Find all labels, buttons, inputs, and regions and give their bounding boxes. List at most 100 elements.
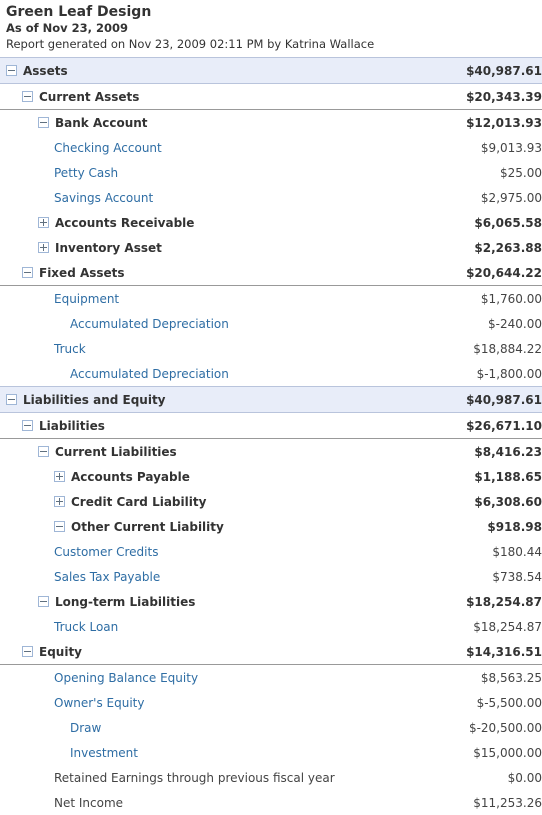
row-amount: $2,263.88 — [474, 241, 542, 255]
row-label-wrap: Liabilities and Equity — [0, 393, 422, 407]
minus-square-icon[interactable] — [22, 91, 33, 102]
report-generated-line: Report generated on Nov 23, 2009 02:11 P… — [6, 36, 536, 55]
row-label-cell: Other Current Liability — [0, 514, 422, 539]
row-label-wrap: Owner's Equity — [0, 696, 422, 710]
row-amount: $15,000.00 — [473, 746, 542, 760]
row-label: Current Liabilities — [55, 445, 177, 459]
row-label-cell: Equipment — [0, 286, 422, 312]
row-label-cell: Credit Card Liability — [0, 489, 422, 514]
row-label-wrap: Draw — [0, 721, 422, 735]
row-amount: $20,343.39 — [466, 90, 542, 104]
company-name: Green Leaf Design — [6, 4, 536, 21]
row-amount: $8,563.25 — [481, 671, 542, 685]
table-row: Current Liabilities $8,416.23 — [0, 439, 542, 465]
row-amount-cell: $9,013.93 — [422, 135, 542, 160]
row-amount: $11,253.26 — [473, 796, 542, 810]
row-label-wrap: Sales Tax Payable — [0, 570, 422, 584]
row-label[interactable]: Draw — [70, 721, 101, 735]
row-label[interactable]: Owner's Equity — [54, 696, 145, 710]
table-row: Current Assets $20,343.39 — [0, 84, 542, 110]
row-label[interactable]: Savings Account — [54, 191, 153, 205]
table-row: Customer Credits $180.44 — [0, 539, 542, 564]
row-amount: $18,254.87 — [466, 595, 542, 609]
row-label[interactable]: Investment — [70, 746, 138, 760]
table-row: Accumulated Depreciation$-1,800.00 — [0, 361, 542, 387]
minus-square-icon[interactable] — [38, 596, 49, 607]
row-label[interactable]: Sales Tax Payable — [54, 570, 160, 584]
row-label[interactable]: Truck — [54, 342, 86, 356]
plus-square-icon[interactable] — [38, 217, 49, 228]
minus-square-icon[interactable] — [22, 267, 33, 278]
row-label-wrap: Current Assets — [0, 90, 422, 104]
row-label-cell: Liabilities — [0, 413, 422, 439]
row-amount-cell: $-20,500.00 — [422, 715, 542, 740]
row-amount-cell: $25.00 — [422, 160, 542, 185]
row-label-wrap: Equity — [0, 645, 422, 659]
row-label-cell: Customer Credits — [0, 539, 422, 564]
row-label-cell: Petty Cash — [0, 160, 422, 185]
row-label-cell: Equity — [0, 639, 422, 665]
row-label[interactable]: Equipment — [54, 292, 119, 306]
table-row: Other Current Liability$918.98 — [0, 514, 542, 539]
row-label[interactable]: Truck Loan — [54, 620, 118, 634]
row-label-wrap: Assets — [0, 64, 422, 78]
row-label-wrap: Credit Card Liability — [0, 495, 422, 509]
table-row: Liabilities and Equity$40,987.61 — [0, 387, 542, 413]
row-label[interactable]: Checking Account — [54, 141, 162, 155]
minus-square-icon[interactable] — [22, 646, 33, 657]
row-amount-cell: $-5,500.00 — [422, 690, 542, 715]
row-amount: $738.54 — [492, 570, 542, 584]
minus-square-icon[interactable] — [6, 65, 17, 76]
row-label-cell: Accumulated Depreciation — [0, 361, 422, 387]
row-label[interactable]: Accumulated Depreciation — [70, 367, 229, 381]
table-row: Opening Balance Equity $8,563.25 — [0, 665, 542, 691]
plus-square-icon[interactable] — [54, 496, 65, 507]
row-label[interactable]: Accumulated Depreciation — [70, 317, 229, 331]
row-amount: $40,987.61 — [466, 64, 542, 78]
minus-square-icon[interactable] — [6, 394, 17, 405]
row-amount-cell: $2,263.88 — [422, 235, 542, 260]
row-label-wrap: Inventory Asset — [0, 241, 422, 255]
row-amount: $180.44 — [492, 545, 542, 559]
row-amount-cell: $40,987.61 — [422, 58, 542, 84]
minus-square-icon[interactable] — [38, 117, 49, 128]
row-label-wrap: Opening Balance Equity — [0, 671, 422, 685]
row-label: Credit Card Liability — [71, 495, 206, 509]
row-label: Long-term Liabilities — [55, 595, 195, 609]
row-label-wrap: Other Current Liability — [0, 520, 422, 534]
row-amount: $2,975.00 — [481, 191, 542, 205]
row-label[interactable]: Opening Balance Equity — [54, 671, 198, 685]
row-label[interactable]: Customer Credits — [54, 545, 158, 559]
row-label-wrap: Truck — [0, 342, 422, 356]
row-amount: $6,065.58 — [474, 216, 542, 230]
row-amount: $6,308.60 — [474, 495, 542, 509]
row-label-cell: Current Liabilities — [0, 439, 422, 465]
table-row: Equity$14,316.51 — [0, 639, 542, 665]
table-row: Net Income$11,253.26 — [0, 790, 542, 815]
row-label-wrap: Accumulated Depreciation — [0, 317, 422, 331]
row-amount: $1,760.00 — [481, 292, 542, 306]
row-label-cell: Savings Account — [0, 185, 422, 210]
row-label[interactable]: Petty Cash — [54, 166, 118, 180]
row-label-wrap: Retained Earnings through previous fisca… — [0, 771, 422, 785]
row-label: Assets — [23, 64, 68, 78]
row-amount-cell: $6,065.58 — [422, 210, 542, 235]
row-amount-cell: $1,188.65 — [422, 464, 542, 489]
minus-square-icon[interactable] — [22, 420, 33, 431]
plus-square-icon[interactable] — [54, 471, 65, 482]
plus-square-icon[interactable] — [38, 242, 49, 253]
table-row: Equipment $1,760.00 — [0, 286, 542, 312]
row-amount: $-5,500.00 — [477, 696, 542, 710]
row-label-cell: Draw — [0, 715, 422, 740]
report-as-of-date: As of Nov 23, 2009 — [6, 21, 536, 36]
minus-square-icon[interactable] — [54, 521, 65, 532]
row-amount-cell: $20,343.39 — [422, 84, 542, 110]
row-amount: $8,416.23 — [474, 445, 542, 459]
row-label: Fixed Assets — [39, 266, 125, 280]
row-amount: $12,013.93 — [466, 116, 542, 130]
row-amount-cell: $18,254.87 — [422, 589, 542, 614]
row-label-wrap: Investment — [0, 746, 422, 760]
minus-square-icon[interactable] — [38, 446, 49, 457]
row-amount: $0.00 — [508, 771, 542, 785]
row-amount-cell: $18,884.22 — [422, 336, 542, 361]
